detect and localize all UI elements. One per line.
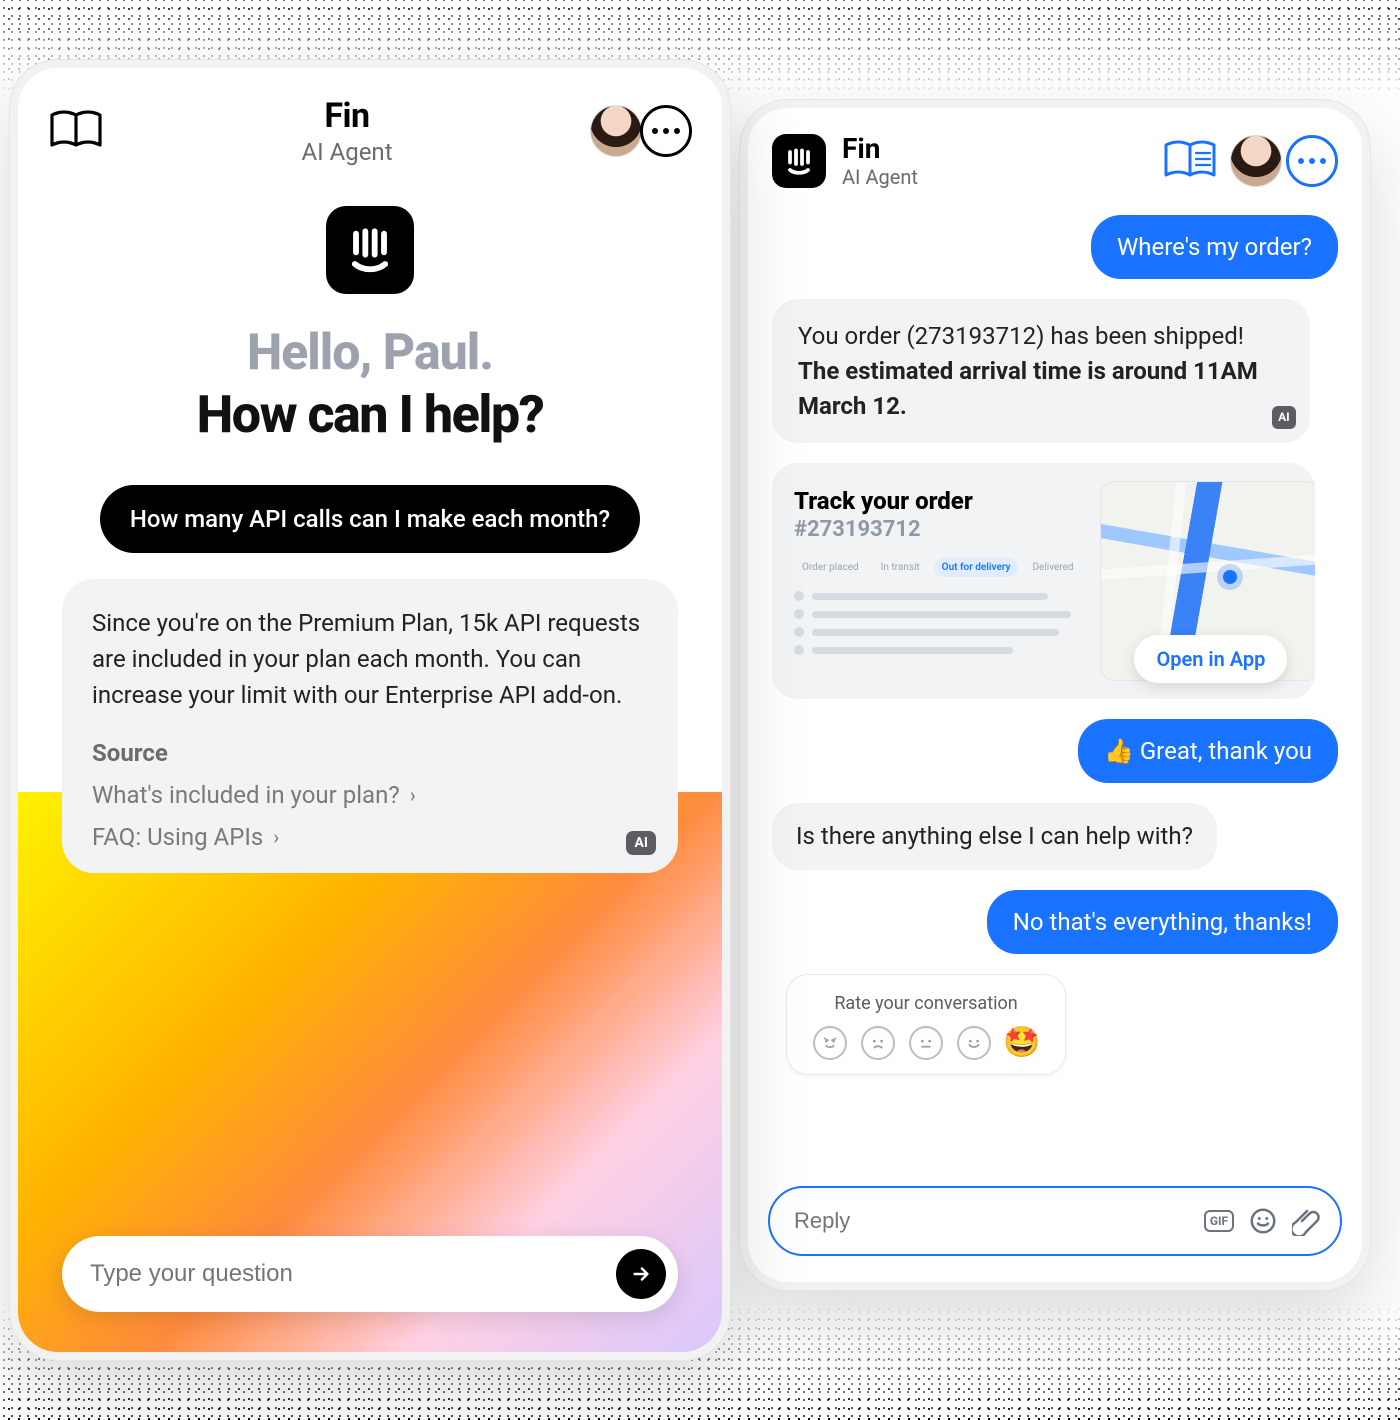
user-avatar[interactable] — [1230, 135, 1282, 187]
greeting-text: Hello, Paul. — [48, 324, 692, 382]
user-message: 👍 Great, thank you — [1078, 719, 1338, 783]
map-pin-icon — [1223, 570, 1237, 584]
reply-input-container[interactable]: GIF — [768, 1186, 1342, 1256]
ai-badge: AI — [1272, 406, 1296, 429]
track-title: Track your order — [794, 487, 1082, 515]
source-link[interactable]: FAQ: Using APIs › — [92, 823, 648, 851]
source-label: Source — [92, 739, 648, 767]
user-message: Where's my order? — [1091, 215, 1338, 279]
chevron-right-icon: › — [273, 825, 279, 849]
agent-name: Fin — [301, 96, 392, 136]
agent-name: Fin — [842, 132, 918, 165]
ai-badge: AI — [626, 831, 656, 855]
question-input[interactable] — [90, 1260, 616, 1288]
track-step-active: Out for delivery — [934, 558, 1019, 577]
track-step: Delivered — [1024, 558, 1081, 577]
ai-message: You order (273193712) has been shipped! … — [772, 299, 1310, 443]
welcome-hero: Hello, Paul. How can I help? — [18, 176, 722, 455]
send-button[interactable] — [616, 1249, 666, 1299]
intercom-logo-icon — [772, 134, 826, 188]
ai-answer-text: Since you're on the Premium Plan, 15k AP… — [92, 605, 648, 713]
source-link-text: What's included in your plan? — [92, 781, 400, 809]
rating-card: Rate your conversation 🤩 — [786, 974, 1066, 1075]
user-message: No that's everything, thanks! — [987, 890, 1338, 954]
question-input-container[interactable] — [62, 1236, 678, 1312]
chat-welcome-screen: Fin AI Agent Hello, Paul. How can I help… — [10, 60, 730, 1360]
rating-happy-icon[interactable] — [957, 1026, 991, 1060]
gif-icon[interactable]: GIF — [1204, 1206, 1234, 1236]
ai-message-emphasis: The estimated arrival time is around 11A… — [798, 357, 1258, 420]
chat-conversation-screen: Fin AI Agent Where's my order? You order… — [740, 100, 1370, 1290]
ai-answer-card: Since you're on the Premium Plan, 15k AP… — [62, 579, 678, 873]
attachment-icon[interactable] — [1292, 1206, 1322, 1236]
track-order-number: #273193712 — [794, 517, 1082, 542]
prompt-text: How can I help? — [48, 384, 692, 445]
track-step: In transit — [873, 558, 928, 577]
rating-neutral-icon[interactable] — [909, 1026, 943, 1060]
track-progress — [794, 591, 1082, 655]
chat-header: Fin AI Agent — [748, 108, 1362, 197]
track-step: Order placed — [794, 558, 867, 577]
rating-amazing-icon[interactable]: 🤩 — [1005, 1026, 1039, 1060]
more-options-icon[interactable] — [640, 105, 692, 157]
ai-message-text: You order (273193712) has been shipped! — [798, 322, 1244, 350]
open-in-app-button[interactable]: Open in App — [1134, 635, 1287, 683]
source-link-text: FAQ: Using APIs — [92, 823, 263, 851]
user-message: How many API calls can I make each month… — [100, 485, 640, 553]
help-articles-icon[interactable] — [1162, 139, 1218, 183]
order-tracking-card[interactable]: Track your order #273193712 Order placed… — [772, 463, 1315, 699]
welcome-header: Fin AI Agent — [18, 68, 722, 176]
reply-input[interactable] — [794, 1208, 1190, 1234]
user-avatar[interactable] — [590, 105, 642, 157]
source-link[interactable]: What's included in your plan? › — [92, 781, 648, 809]
agent-role: AI Agent — [301, 138, 392, 166]
agent-role: AI Agent — [842, 165, 918, 189]
help-articles-icon[interactable] — [48, 109, 104, 153]
rating-angry-icon[interactable] — [813, 1026, 847, 1060]
intercom-logo-icon — [326, 206, 414, 294]
more-options-icon[interactable] — [1286, 135, 1338, 187]
track-steps: Order placed In transit Out for delivery… — [794, 558, 1082, 577]
chevron-right-icon: › — [410, 783, 416, 807]
rating-title: Rate your conversation — [813, 993, 1039, 1014]
arrow-right-icon — [630, 1263, 652, 1285]
rating-sad-icon[interactable] — [861, 1026, 895, 1060]
ai-message: Is there anything else I can help with? — [772, 803, 1217, 870]
emoji-icon[interactable] — [1248, 1206, 1278, 1236]
